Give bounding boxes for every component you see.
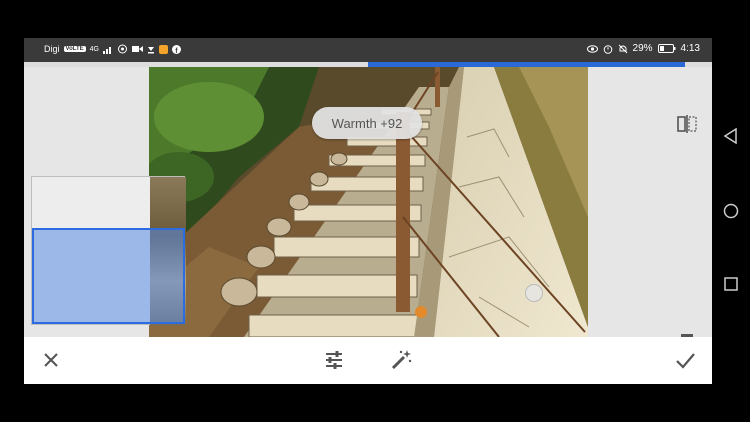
facebook-icon: f <box>171 44 181 54</box>
system-nav-bar <box>712 38 750 384</box>
battery-percent: 29% <box>632 43 653 54</box>
alarm-icon <box>603 44 612 54</box>
check-icon[interactable] <box>674 349 696 371</box>
app-notification-icon <box>158 44 168 54</box>
mute-icon <box>618 44 627 53</box>
compare-icon[interactable] <box>677 115 697 133</box>
carrier-label: Digi <box>44 44 60 54</box>
download-icon <box>147 46 154 53</box>
editor-canvas[interactable]: Warmth +92 <box>24 67 712 351</box>
magic-wand-icon[interactable] <box>390 349 412 371</box>
close-icon[interactable] <box>40 349 62 371</box>
bottom-toolbar <box>24 337 712 384</box>
network-type-label: 4G <box>89 45 99 53</box>
tune-icon[interactable] <box>323 349 345 371</box>
phone-screen: Digi VoLTE 4G f 29% 4:13 Warmth +92 <box>24 38 712 384</box>
volte-badge: VoLTE <box>63 46 86 52</box>
signal-icon <box>102 46 111 54</box>
circle-home-icon[interactable] <box>723 203 739 219</box>
adjustment-toast: Warmth +92 <box>312 107 422 139</box>
clock: 4:13 <box>680 43 700 54</box>
status-left: Digi VoLTE 4G f <box>44 44 181 54</box>
status-bar: Digi VoLTE 4G f 29% 4:13 <box>24 38 712 62</box>
square-recents-icon[interactable] <box>723 276 739 292</box>
hotspot-icon <box>117 44 127 54</box>
video-icon <box>131 46 143 52</box>
battery-icon <box>657 44 676 53</box>
adjust-slider-handle[interactable] <box>525 284 543 302</box>
preview-selection-box[interactable] <box>32 228 185 324</box>
status-right: 29% 4:13 <box>586 43 700 54</box>
triangle-back-icon[interactable] <box>723 128 739 144</box>
eye-icon <box>586 44 598 53</box>
